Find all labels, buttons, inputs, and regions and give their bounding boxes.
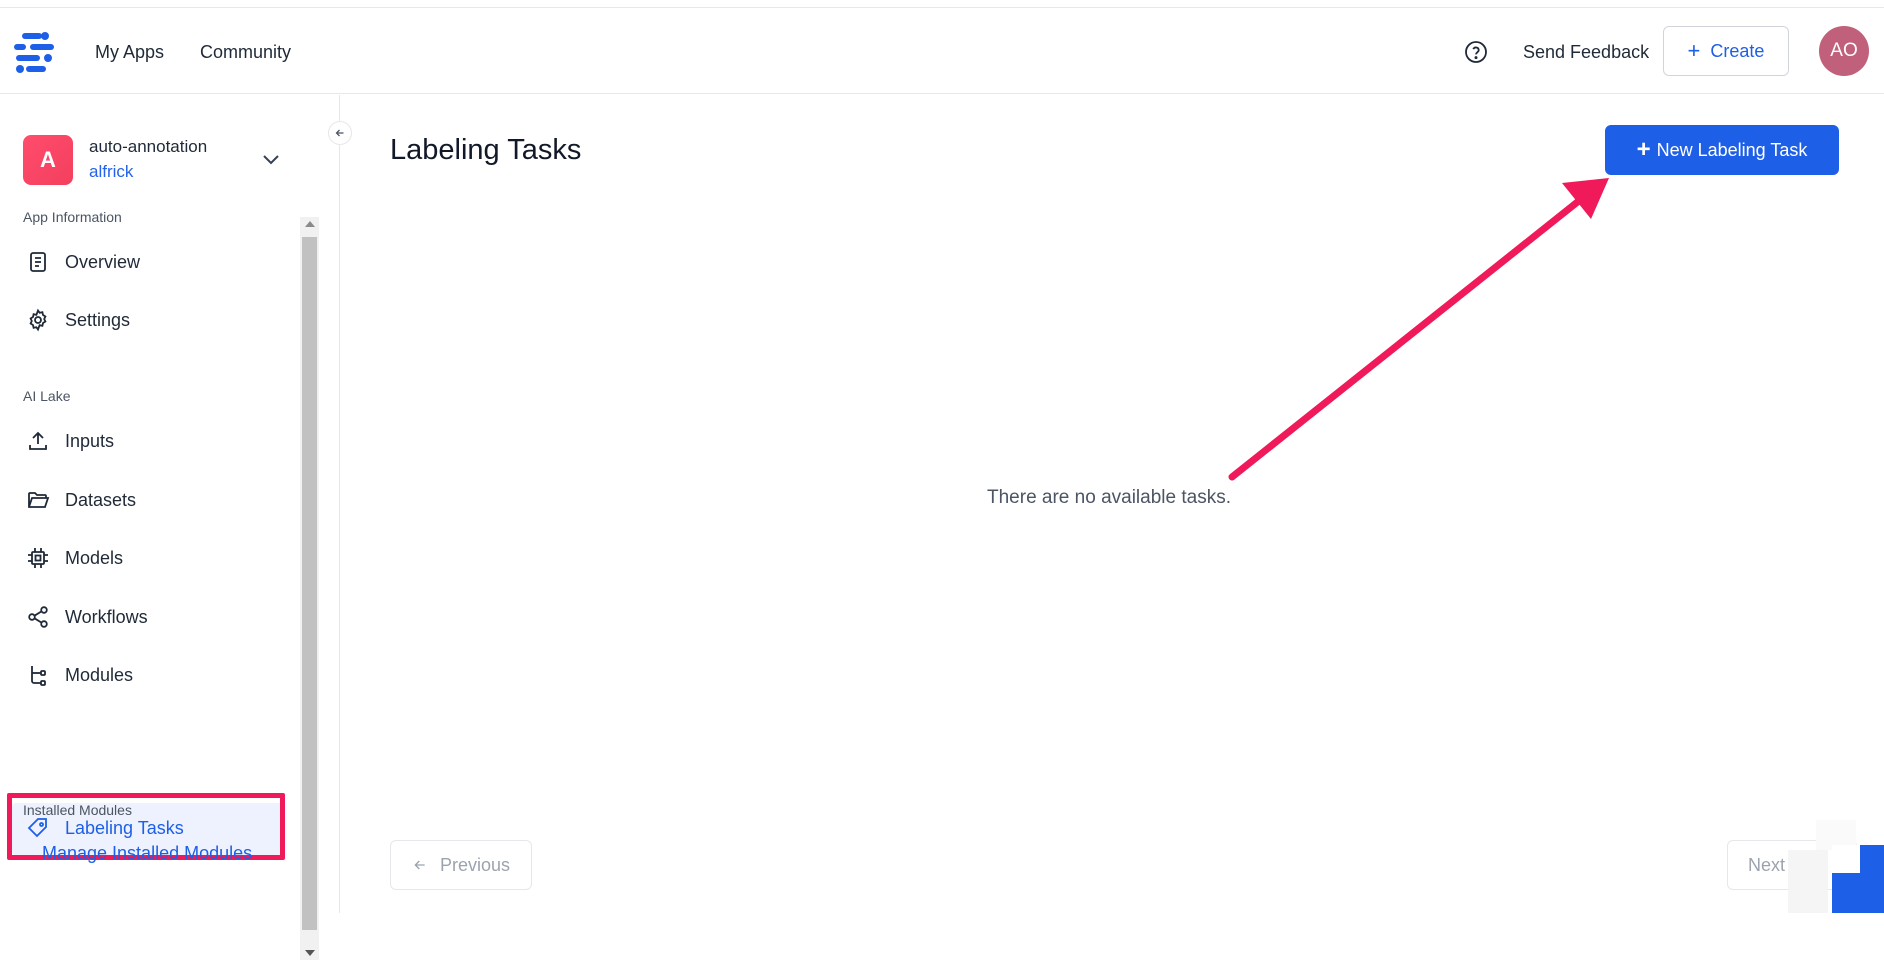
sidebar-item-workflows[interactable]: Workflows (8, 592, 284, 642)
empty-state-message: There are no available tasks. (987, 487, 1231, 508)
help-icon[interactable] (1464, 40, 1488, 64)
previous-page-button[interactable]: Previous (390, 840, 532, 890)
share-nodes-icon (28, 606, 48, 628)
sidebar-item-models[interactable]: Models (8, 533, 284, 583)
sidebar-item-datasets[interactable]: Datasets (8, 475, 284, 525)
app-owner-link[interactable]: alfrick (89, 162, 133, 182)
gear-icon (29, 308, 47, 332)
app-name: auto-annotation (89, 137, 208, 156)
nav-my-apps[interactable]: My Apps (95, 42, 164, 63)
document-icon (30, 252, 46, 272)
sidebar-scrollbar[interactable] (300, 217, 319, 960)
scroll-up-arrow-icon[interactable] (305, 221, 315, 227)
new-labeling-task-button[interactable]: + New Labeling Task (1605, 125, 1839, 175)
app-logo-icon[interactable] (12, 30, 58, 74)
plus-icon: + (1687, 38, 1701, 63)
corner-widget-icon (1788, 820, 1884, 913)
plus-icon: + (1636, 136, 1651, 163)
sidebar-item-label: Datasets (65, 490, 137, 510)
scroll-down-arrow-icon[interactable] (305, 950, 315, 956)
top-border (0, 0, 1884, 8)
sidebar-item-label: Overview (65, 252, 141, 272)
upload-icon (29, 431, 47, 450)
create-label: Create (1710, 40, 1765, 61)
chevron-down-icon[interactable] (259, 147, 283, 171)
collapse-sidebar-button[interactable] (328, 121, 352, 145)
arrow-left-icon (335, 129, 344, 137)
arrow-left-icon (414, 860, 425, 870)
sidebar-item-label: Workflows (65, 607, 148, 627)
app-selector[interactable]: A auto-annotation alfrick (23, 135, 293, 191)
sidebar: A auto-annotation alfrick App Informatio… (0, 95, 340, 960)
chip-icon (28, 548, 48, 568)
section-installed-modules: Installed Modules (23, 802, 132, 818)
new-labeling-task-label: New Labeling Task (1656, 139, 1808, 160)
top-header: My Apps Community Send Feedback + Create… (0, 8, 1884, 94)
previous-label: Previous (439, 854, 511, 875)
sidebar-item-label: Modules (65, 665, 134, 685)
section-ai-lake: AI Lake (23, 388, 71, 404)
folder-icon (28, 492, 50, 508)
sidebar-item-overview[interactable]: Overview (8, 237, 284, 287)
send-feedback-link[interactable]: Send Feedback (1523, 42, 1649, 63)
app-icon: A (23, 135, 73, 185)
sidebar-item-inputs[interactable]: Inputs (8, 416, 284, 466)
page-title: Labeling Tasks (390, 134, 582, 166)
nav-community[interactable]: Community (200, 42, 291, 63)
sidebar-item-label: Inputs (65, 431, 115, 451)
sidebar-item-label: Labeling Tasks (65, 818, 184, 838)
tag-icon (27, 818, 47, 838)
scroll-thumb[interactable] (302, 237, 317, 930)
user-avatar[interactable]: AO (1819, 26, 1869, 76)
module-tree-icon (31, 666, 46, 686)
sidebar-item-settings[interactable]: Settings (8, 295, 284, 345)
sidebar-item-label: Models (65, 548, 124, 568)
sidebar-item-label: Settings (65, 310, 131, 330)
create-button[interactable]: + Create (1663, 26, 1789, 76)
manage-installed-modules-link[interactable]: Manage Installed Modules (42, 843, 252, 864)
sidebar-item-modules[interactable]: Modules (8, 650, 284, 700)
section-app-information: App Information (23, 209, 122, 225)
